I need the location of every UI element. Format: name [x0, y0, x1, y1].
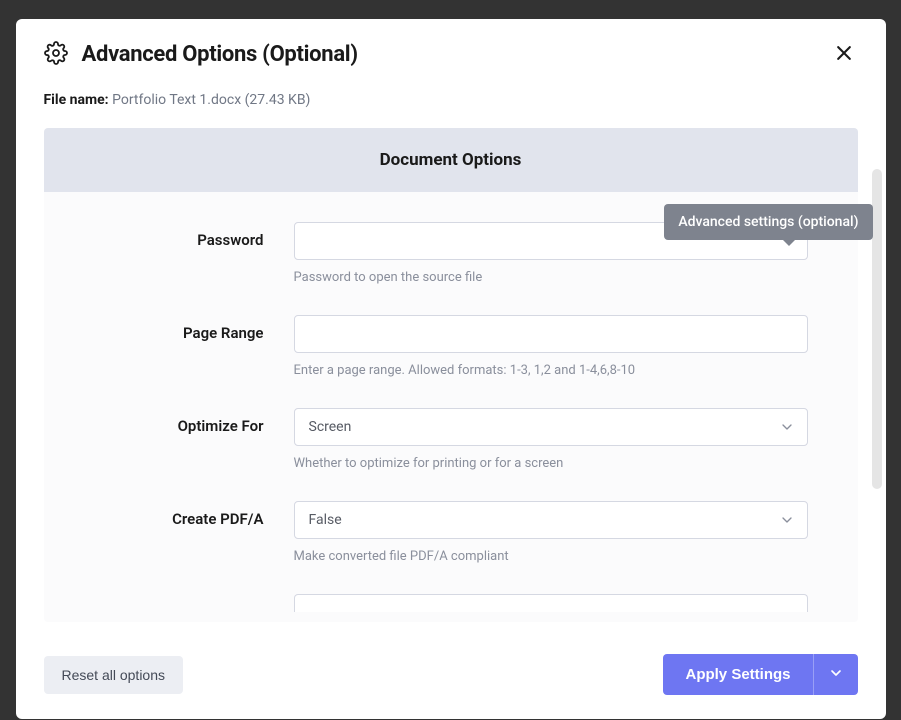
password-label: Password [94, 222, 294, 249]
apply-dropdown-button[interactable] [813, 654, 858, 695]
chevron-down-icon [779, 512, 795, 528]
chevron-down-icon [828, 665, 844, 684]
file-name-value: Portfolio Text 1.docx (27.43 KB) [112, 92, 310, 108]
create-pdfa-label: Create PDF/A [94, 501, 294, 528]
page-range-label: Page Range [94, 315, 294, 342]
modal-body: Advanced settings (optional) Document Op… [16, 128, 886, 634]
page-range-row: Page Range Enter a page range. Allowed f… [94, 315, 808, 378]
advanced-options-modal: Advanced Options (Optional) File name: P… [16, 19, 886, 719]
gear-icon [44, 41, 68, 69]
section-header: Document Options [44, 128, 858, 192]
close-icon [834, 43, 854, 66]
close-button[interactable] [830, 39, 858, 70]
create-pdfa-value: False [309, 512, 342, 528]
create-pdfa-select-wrapper: False [294, 501, 808, 539]
page-range-input[interactable] [294, 315, 808, 353]
apply-button-group: Apply Settings [663, 654, 857, 695]
apply-button[interactable]: Apply Settings [663, 654, 812, 695]
reset-button[interactable]: Reset all options [44, 656, 184, 694]
create-pdfa-help: Make converted file PDF/A compliant [294, 549, 808, 564]
optimize-for-select[interactable]: Screen [294, 408, 808, 446]
chevron-down-icon [779, 419, 795, 435]
file-info: File name: Portfolio Text 1.docx (27.43 … [16, 82, 886, 128]
modal-header: Advanced Options (Optional) [16, 19, 886, 82]
create-pdfa-select[interactable]: False [294, 501, 808, 539]
tooltip-text: Advanced settings (optional) [678, 214, 858, 230]
modal-title: Advanced Options (Optional) [82, 42, 358, 67]
optimize-for-row: Optimize For Screen [94, 408, 808, 471]
optimize-for-value: Screen [309, 419, 352, 435]
optimize-for-label: Optimize For [94, 408, 294, 435]
modal-overlay: Advanced Options (Optional) File name: P… [0, 0, 901, 720]
tooltip: Advanced settings (optional) [664, 204, 872, 240]
password-help: Password to open the source file [294, 270, 808, 285]
partial-row [94, 594, 808, 612]
partial-label [94, 594, 294, 603]
optimize-for-select-wrapper: Screen [294, 408, 808, 446]
modal-footer: Reset all options Apply Settings [16, 634, 886, 719]
page-range-field: Enter a page range. Allowed formats: 1-3… [294, 315, 808, 378]
create-pdfa-field: False Make converted file PDF/A complian… [294, 501, 808, 564]
section-title: Document Options [380, 150, 522, 170]
page-range-help: Enter a page range. Allowed formats: 1-3… [294, 363, 808, 378]
form-section: Password Password to open the source fil… [44, 192, 858, 622]
file-name-label: File name: [44, 92, 109, 108]
partial-field [294, 594, 808, 612]
optimize-for-field: Screen Whether to optimize for printing … [294, 408, 808, 471]
create-pdfa-row: Create PDF/A False [94, 501, 808, 564]
partial-input[interactable] [294, 594, 808, 612]
optimize-for-help: Whether to optimize for printing or for … [294, 456, 808, 471]
scrollbar[interactable] [872, 169, 882, 489]
